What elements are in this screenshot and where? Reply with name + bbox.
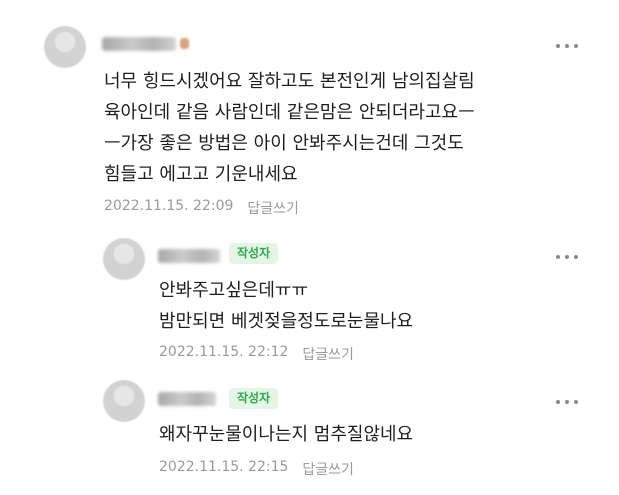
author-badge: 작성자: [229, 243, 279, 264]
reply-button[interactable]: 답글쓰기: [302, 344, 354, 364]
comment-meta: 2022.11.15. 22:09 답글쓰기: [104, 198, 299, 218]
comment-date: 2022.11.15. 22:12: [159, 344, 289, 360]
comment-date: 2022.11.15. 22:15: [159, 459, 289, 475]
nickname-blurred[interactable]: [158, 392, 216, 406]
comment-meta: 2022.11.15. 22:12 답글쓰기: [159, 344, 354, 364]
comment-body: 왜자꾸눈물이나는지 멈추질않네요: [159, 424, 414, 445]
avatar[interactable]: [44, 26, 86, 68]
comment-date: 2022.11.15. 22:09: [104, 198, 234, 214]
nickname-emoji-icon: [180, 38, 189, 49]
more-options-icon[interactable]: [556, 41, 578, 51]
comment-meta: 2022.11.15. 22:15 답글쓰기: [159, 459, 354, 479]
nickname-blurred[interactable]: [102, 37, 176, 51]
avatar[interactable]: [103, 380, 145, 422]
more-options-icon[interactable]: [556, 252, 578, 262]
comment-body: 안봐주고싶은데ㅠㅠ 밤만되면 베겟젖을정도로눈물나요: [159, 280, 414, 332]
more-options-icon[interactable]: [556, 397, 578, 407]
comment-body: 너무 힝드시겠어요 잘하고도 본전인게 남의집살림 육아인데 같음 사람인데 같…: [104, 71, 475, 185]
reply-button[interactable]: 답글쓰기: [247, 198, 299, 218]
avatar[interactable]: [103, 238, 145, 280]
reply-button[interactable]: 답글쓰기: [302, 459, 354, 479]
author-badge: 작성자: [229, 388, 279, 409]
nickname-blurred[interactable]: [158, 249, 220, 263]
